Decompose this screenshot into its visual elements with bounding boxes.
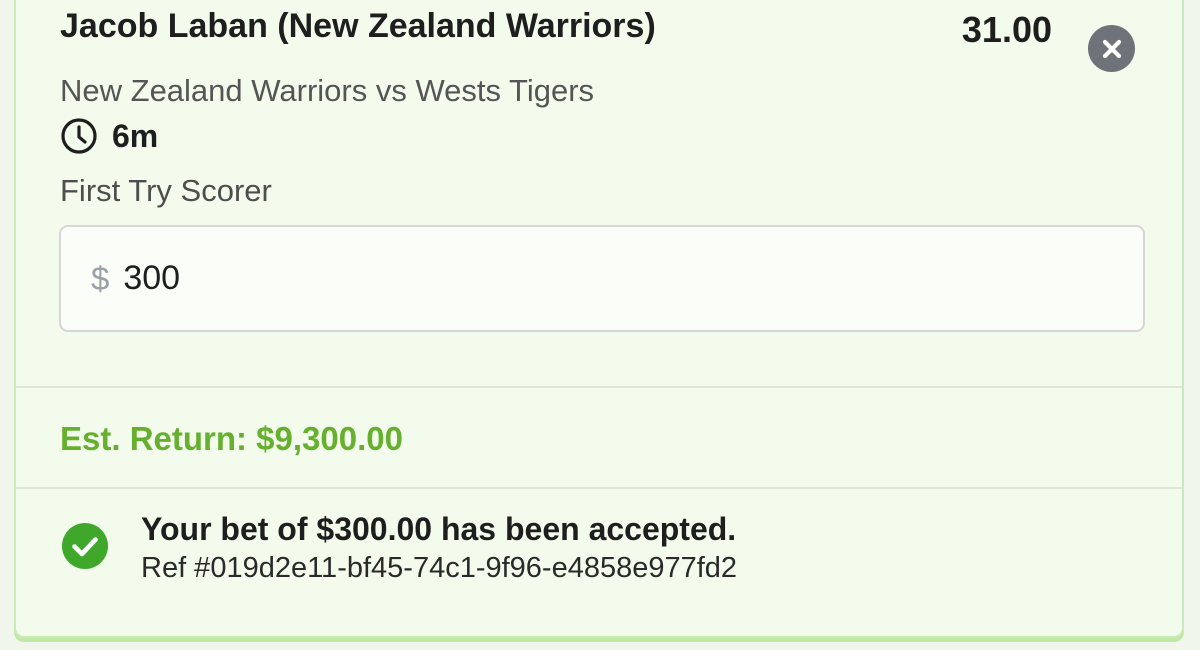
estimated-return: Est. Return: $9,300.00 — [60, 420, 403, 457]
confirmation-message: Your bet of $300.00 has been accepted. — [141, 511, 737, 547]
event-name: New Zealand Warriors vs Wests Tigers — [60, 73, 595, 108]
runner-name: Jacob Laban (New Zealand Warriors) — [60, 7, 656, 45]
currency-symbol: $ — [91, 259, 110, 297]
stake-input[interactable]: $ 300 — [59, 225, 1145, 332]
check-circle-icon — [62, 523, 108, 569]
time-to-start: 6m — [112, 117, 159, 154]
stake-value[interactable]: 300 — [123, 259, 180, 298]
remove-selection-button[interactable] — [1088, 25, 1135, 72]
start-time: 6m — [60, 117, 158, 155]
divider — [16, 386, 1182, 388]
bet-slip-card: Jacob Laban (New Zealand Warriors) 31.00… — [14, 0, 1184, 638]
odds-value: 31.00 — [961, 9, 1052, 50]
close-icon — [1102, 39, 1121, 58]
clock-icon — [61, 118, 97, 154]
bet-selection: Jacob Laban (New Zealand Warriors) 31.00… — [16, 0, 1182, 386]
divider — [16, 487, 1182, 489]
market-name: First Try Scorer — [60, 173, 272, 208]
bet-reference: Ref #019d2e11-bf45-74c1-9f96-e4858e977fd… — [141, 552, 738, 584]
bet-confirmation: Your bet of $300.00 has been accepted. R… — [16, 497, 1182, 607]
